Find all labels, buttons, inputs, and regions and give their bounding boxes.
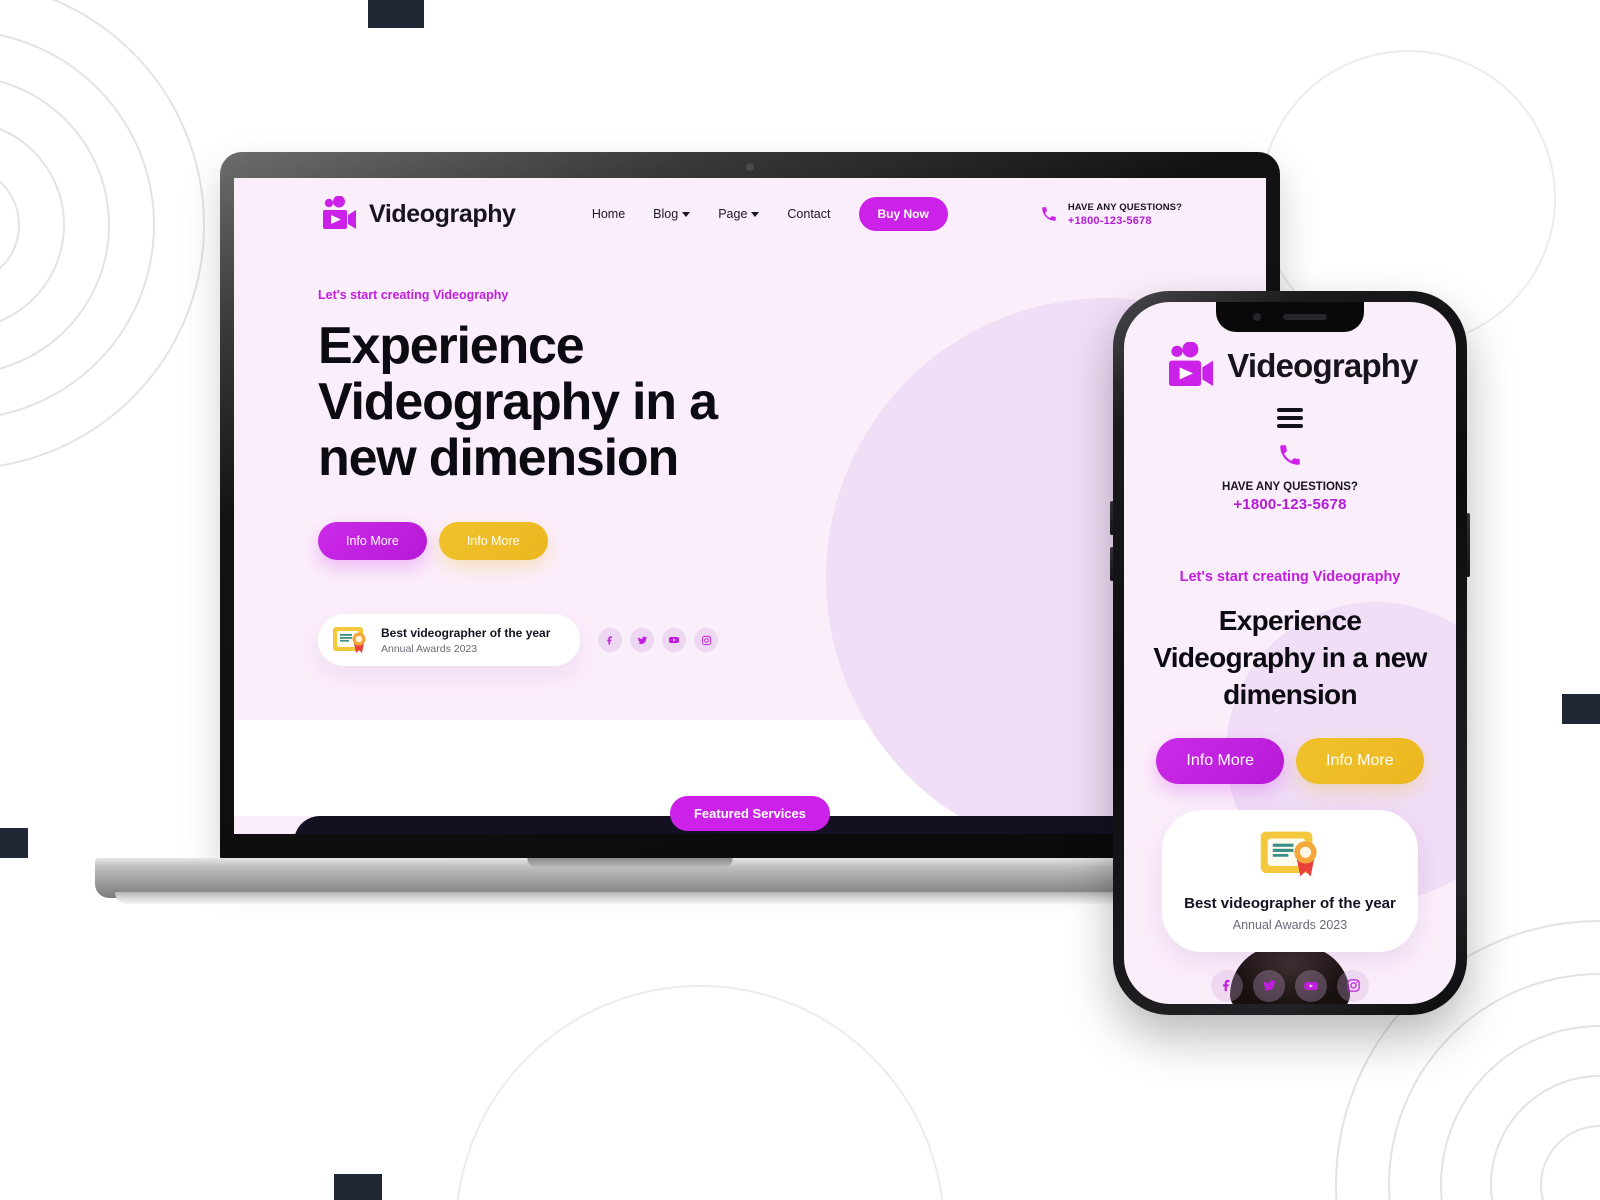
- facebook-icon[interactable]: [598, 628, 623, 653]
- contact-label: HAVE ANY QUESTIONS?: [1067, 201, 1182, 213]
- deco-ring: [0, 165, 20, 285]
- deco-ring: [0, 120, 65, 330]
- video-camera-icon: [323, 196, 356, 229]
- deco-square-left: [0, 828, 28, 858]
- deco-ring: [1540, 1125, 1600, 1200]
- phone-notch: [1216, 302, 1364, 332]
- phone-speaker: [1283, 314, 1327, 320]
- phone-front-camera-icon: [1253, 313, 1261, 321]
- burger-bar: [1277, 408, 1303, 412]
- deco-outline-circle-bottom-left: [455, 985, 945, 1200]
- phone-screen: Videography HAVE ANY QUESTIONS? +1800-12…: [1124, 302, 1456, 1004]
- hero-title-line: Experience: [318, 317, 585, 375]
- brand-name: Videography: [369, 199, 516, 228]
- certificate-ribbon-icon: [1260, 831, 1317, 877]
- hero-title-line: Experience: [1218, 605, 1362, 636]
- phone-brand-logo[interactable]: Videography: [1140, 342, 1440, 390]
- video-camera-icon: [1169, 342, 1214, 386]
- twitter-icon[interactable]: [1253, 969, 1285, 1002]
- youtube-icon[interactable]: [1295, 969, 1327, 1002]
- phone-icon: [1042, 207, 1056, 221]
- nav-item-label: Home: [591, 207, 626, 221]
- deco-square-top: [368, 0, 424, 28]
- deco-ring: [0, 75, 110, 375]
- info-more-primary-button[interactable]: Info More: [318, 522, 427, 561]
- header-contact[interactable]: HAVE ANY QUESTIONS? +1800-123-5678: [1040, 202, 1182, 227]
- nav-item-label: Blog: [653, 207, 679, 221]
- nav-item-blog[interactable]: Blog: [653, 207, 691, 221]
- deco-square-bottom: [334, 1174, 382, 1200]
- phone-mockup: Videography HAVE ANY QUESTIONS? +1800-12…: [1110, 291, 1470, 1015]
- burger-bar: [1277, 416, 1303, 420]
- certificate-ribbon-icon: [333, 627, 366, 654]
- hero-title: Experience Videography in a new dimensio…: [1140, 602, 1440, 714]
- hero-title: Experience Videography in a new dimensio…: [318, 318, 878, 486]
- phone-icon[interactable]: [1277, 442, 1303, 468]
- deco-ring: [1490, 1075, 1600, 1200]
- nav-item-page[interactable]: Page: [718, 207, 760, 221]
- instagram-icon[interactable]: [1337, 969, 1369, 1002]
- award-card: Best videographer of the year Annual Awa…: [1162, 809, 1418, 952]
- deco-square-right: [1562, 694, 1600, 724]
- chevron-down-icon: [751, 211, 760, 217]
- website-desktop-view: Videography Home Blog Page Contact Buy N…: [234, 178, 1266, 834]
- laptop-screen: Videography Home Blog Page Contact Buy N…: [234, 178, 1266, 834]
- nav-links: Home Blog Page Contact Buy Now HAVE ANY …: [592, 197, 1182, 231]
- nav-item-label: Page: [718, 207, 748, 221]
- hamburger-menu-icon[interactable]: [1277, 408, 1303, 428]
- featured-services-panel: Featured Services 🎚️ 📷 🎬: [294, 796, 1206, 834]
- youtube-icon[interactable]: [662, 628, 687, 653]
- facebook-icon[interactable]: [1211, 969, 1243, 1002]
- website-mobile-view: Videography HAVE ANY QUESTIONS? +1800-12…: [1124, 302, 1456, 1002]
- award-subtitle: Annual Awards 2023: [381, 642, 478, 655]
- contact-phone[interactable]: +1800-123-5678: [1068, 215, 1182, 227]
- featured-services-pill[interactable]: Featured Services: [669, 796, 831, 832]
- social-links: [1140, 969, 1440, 1002]
- nav-item-home[interactable]: Home: [592, 207, 625, 221]
- laptop-mockup: Videography Home Blog Page Contact Buy N…: [95, 152, 1280, 912]
- laptop-foot: [115, 892, 1145, 904]
- twitter-icon[interactable]: [630, 628, 655, 653]
- hero-section: Let's start creating Videography Experie…: [234, 240, 1266, 667]
- info-more-secondary-button[interactable]: Info More: [438, 522, 548, 561]
- award-title: Best videographer of the year: [1184, 894, 1396, 912]
- hero-eyebrow: Let's start creating Videography: [1179, 569, 1401, 585]
- deco-ring: [1440, 1025, 1600, 1200]
- award-card: Best videographer of the year Annual Awa…: [318, 614, 581, 667]
- hero-eyebrow: Let's start creating Videography: [318, 288, 509, 302]
- social-links: [598, 628, 719, 653]
- hero-title-line: dimension: [1223, 679, 1357, 711]
- brand-name: Videography: [1227, 347, 1418, 384]
- award-row: Best videographer of the year Annual Awa…: [318, 614, 1182, 667]
- brand-logo[interactable]: Videography: [318, 196, 516, 232]
- award-subtitle: Annual Awards 2023: [1232, 917, 1348, 932]
- nav-item-label: Contact: [787, 207, 831, 221]
- hero-title-line: Videography in a new: [1153, 642, 1427, 674]
- laptop-webcam-icon: [746, 163, 754, 171]
- screenshot-stage: Videography Home Blog Page Contact Buy N…: [0, 0, 1600, 1200]
- phone-body: Videography HAVE ANY QUESTIONS? +1800-12…: [1113, 291, 1467, 1015]
- hero-buttons: Info More Info More: [318, 522, 1182, 561]
- info-more-primary-button[interactable]: Info More: [1156, 737, 1284, 784]
- instagram-icon[interactable]: [694, 628, 719, 653]
- burger-bar: [1277, 424, 1303, 428]
- award-title: Best videographer of the year: [381, 625, 551, 640]
- site-navbar: Videography Home Blog Page Contact Buy N…: [234, 178, 1266, 240]
- contact-label: HAVE ANY QUESTIONS?: [1222, 481, 1358, 493]
- nav-item-contact[interactable]: Contact: [787, 207, 830, 221]
- buy-now-button[interactable]: Buy Now: [858, 197, 948, 231]
- info-more-secondary-button[interactable]: Info More: [1296, 737, 1424, 784]
- contact-phone[interactable]: +1800-123-5678: [1140, 496, 1440, 513]
- hero-title-line: new dimension: [318, 429, 679, 488]
- hero-title-line: Videography in a: [318, 373, 718, 432]
- hero-buttons: Info More Info More: [1140, 737, 1440, 784]
- chevron-down-icon: [682, 211, 691, 217]
